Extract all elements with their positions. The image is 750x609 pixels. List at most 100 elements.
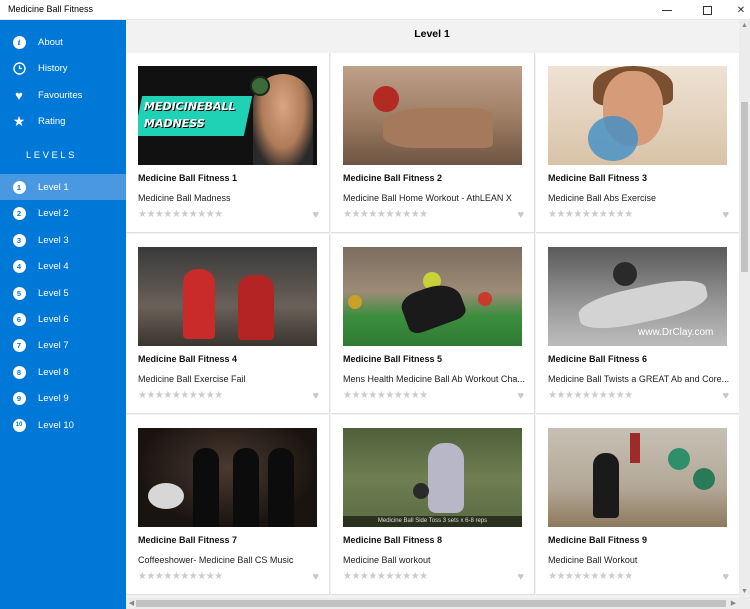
video-card[interactable]: Medicine Ball Fitness 9 Medicine Ball Wo…: [536, 415, 739, 595]
star-rating[interactable]: ★★★★★★★★★★: [138, 390, 223, 401]
star-rating[interactable]: ★★★★★★★★★★: [343, 571, 428, 582]
favourite-heart-icon[interactable]: ♥: [722, 390, 729, 402]
window-title: Medicine Ball Fitness: [8, 4, 94, 14]
star-rating[interactable]: ★★★★★★★★★★: [343, 209, 428, 220]
video-card[interactable]: Medicine Ball Fitness 3 Medicine Ball Ab…: [536, 53, 739, 233]
video-thumbnail[interactable]: [548, 428, 727, 527]
video-subtitle: Mens Health Medicine Ball Ab Workout Cha…: [343, 374, 525, 384]
level-number: 1: [12, 180, 26, 194]
video-subtitle: Medicine Ball Exercise Fail: [138, 374, 246, 384]
scroll-right-icon[interactable]: ▶: [730, 600, 737, 607]
video-card[interactable]: MEDICINEBALL MADNESS Medicine Ball Fitnes…: [126, 53, 330, 233]
sidebar-item-label: Level 3: [38, 234, 69, 246]
minimize-button[interactable]: [650, 0, 684, 20]
video-title: Medicine Ball Fitness 1: [138, 173, 238, 183]
video-subtitle: Coffeeshower- Medicine Ball CS Music: [138, 555, 294, 565]
sidebar-item-favourites[interactable]: ♥ Favourites: [0, 82, 126, 108]
thumbnail-figure: [383, 108, 493, 148]
video-card[interactable]: Medicine Ball Fitness 2 Medicine Ball Ho…: [331, 53, 535, 233]
star-rating[interactable]: ★★★★★★★★★★: [548, 571, 633, 582]
level-number-icon: 6: [12, 312, 26, 326]
video-thumbnail[interactable]: www.DrClay.com: [548, 247, 727, 346]
sidebar-item-label: Level 7: [38, 339, 69, 351]
sidebar-item-level-5[interactable]: 5 Level 5: [0, 280, 126, 306]
sidebar-item-level-9[interactable]: 9 Level 9: [0, 385, 126, 411]
video-thumbnail[interactable]: [138, 247, 317, 346]
scroll-down-icon[interactable]: ▼: [741, 588, 748, 595]
minimize-icon: [662, 9, 672, 11]
thumbnail-ball: [348, 295, 362, 309]
maximize-button[interactable]: [690, 0, 724, 20]
video-title: Medicine Ball Fitness 9: [548, 535, 648, 545]
favourite-heart-icon[interactable]: ♥: [517, 390, 524, 402]
sidebar-item-about[interactable]: i About: [0, 29, 126, 55]
thumbnail-ball: [588, 116, 638, 161]
level-number-icon: 1: [12, 180, 26, 194]
level-number-icon: 8: [12, 365, 26, 379]
vertical-scroll-thumb[interactable]: [741, 102, 748, 272]
horizontal-scroll-thumb[interactable]: [136, 600, 726, 607]
sidebar-item-label: Rating: [38, 115, 66, 127]
favourite-heart-icon[interactable]: ♥: [517, 571, 524, 583]
star-rating[interactable]: ★★★★★★★★★★: [138, 209, 223, 220]
favourite-heart-icon[interactable]: ♥: [722, 209, 729, 221]
star-rating[interactable]: ★★★★★★★★★★: [343, 390, 428, 401]
video-thumbnail[interactable]: Medicine Ball Side Toss 3 sets x 6-8 rep…: [343, 428, 522, 527]
level-number-icon: 9: [12, 391, 26, 405]
close-button[interactable]: ✕: [724, 0, 750, 20]
favourite-heart-icon[interactable]: ♥: [312, 209, 319, 221]
sidebar-item-level-3[interactable]: 3 Level 3: [0, 227, 126, 253]
thumbnail-drum: [148, 483, 184, 509]
sidebar-item-level-7[interactable]: 7 Level 7: [0, 332, 126, 358]
video-card[interactable]: Medicine Ball Fitness 4 Medicine Ball Ex…: [126, 234, 330, 414]
sidebar-item-label: About: [38, 36, 63, 48]
sidebar-item-label: Level 9: [38, 392, 69, 404]
video-subtitle: Medicine Ball Workout: [548, 555, 638, 565]
sidebar-item-label: Level 8: [38, 366, 69, 378]
video-card[interactable]: Medicine Ball Fitness 5 Mens Health Medi…: [331, 234, 535, 414]
thumbnail-figure: [428, 443, 464, 513]
favourite-heart-icon[interactable]: ♥: [312, 571, 319, 583]
thumbnail-figure: [593, 453, 619, 518]
thumbnail-ball: [373, 86, 399, 112]
scroll-left-icon[interactable]: ◀: [128, 600, 135, 607]
thumbnail-figure: [183, 269, 215, 339]
video-thumbnail[interactable]: [343, 66, 522, 165]
sidebar-item-level-8[interactable]: 8 Level 8: [0, 359, 126, 385]
favourite-heart-icon[interactable]: ♥: [722, 571, 729, 583]
video-card[interactable]: Medicine Ball Fitness 7 Coffeeshower- Me…: [126, 415, 330, 595]
sidebar-item-label: Level 10: [38, 419, 74, 431]
level-number-icon: 10: [12, 418, 26, 432]
star-rating[interactable]: ★★★★★★★★★★: [548, 209, 633, 220]
level-number: 9: [12, 391, 26, 405]
favourite-heart-icon[interactable]: ♥: [517, 209, 524, 221]
video-card[interactable]: Medicine Ball Side Toss 3 sets x 6-8 rep…: [331, 415, 535, 595]
horizontal-scrollbar[interactable]: ◀ ▶: [126, 598, 739, 609]
vertical-scrollbar[interactable]: ▲ ▼: [739, 20, 750, 598]
favourite-heart-icon[interactable]: ♥: [312, 390, 319, 402]
level-number: 8: [12, 365, 26, 379]
video-thumbnail[interactable]: [138, 428, 317, 527]
sidebar-item-history[interactable]: History: [0, 55, 126, 81]
star-rating[interactable]: ★★★★★★★★★★: [138, 571, 223, 582]
sidebar-item-level-6[interactable]: 6 Level 6: [0, 306, 126, 332]
sidebar-item-rating[interactable]: ★ Rating: [0, 108, 126, 134]
video-card[interactable]: www.DrClay.com Medicine Ball Fitness 6 M…: [536, 234, 739, 414]
video-title: Medicine Ball Fitness 4: [138, 354, 238, 364]
sidebar-item-level-10[interactable]: 10 Level 10: [0, 412, 126, 438]
sidebar-item-level-2[interactable]: 2 Level 2: [0, 200, 126, 226]
star-rating[interactable]: ★★★★★★★★★★: [548, 390, 633, 401]
video-thumbnail[interactable]: [343, 247, 522, 346]
close-icon: ✕: [736, 4, 746, 16]
sidebar-item-label: Level 4: [38, 260, 69, 272]
scroll-up-icon[interactable]: ▲: [741, 22, 748, 29]
thumbnail-ball: [413, 483, 429, 499]
video-title: Medicine Ball Fitness 2: [343, 173, 443, 183]
sidebar-item-level-1[interactable]: 1 Level 1: [0, 174, 126, 200]
video-grid: MEDICINEBALL MADNESS Medicine Ball Fitnes…: [126, 53, 739, 598]
level-number-icon: 5: [12, 286, 26, 300]
video-thumbnail[interactable]: [548, 66, 727, 165]
sidebar-item-level-4[interactable]: 4 Level 4: [0, 253, 126, 279]
video-title: Medicine Ball Fitness 8: [343, 535, 443, 545]
video-thumbnail[interactable]: MEDICINEBALL MADNESS: [138, 66, 317, 165]
